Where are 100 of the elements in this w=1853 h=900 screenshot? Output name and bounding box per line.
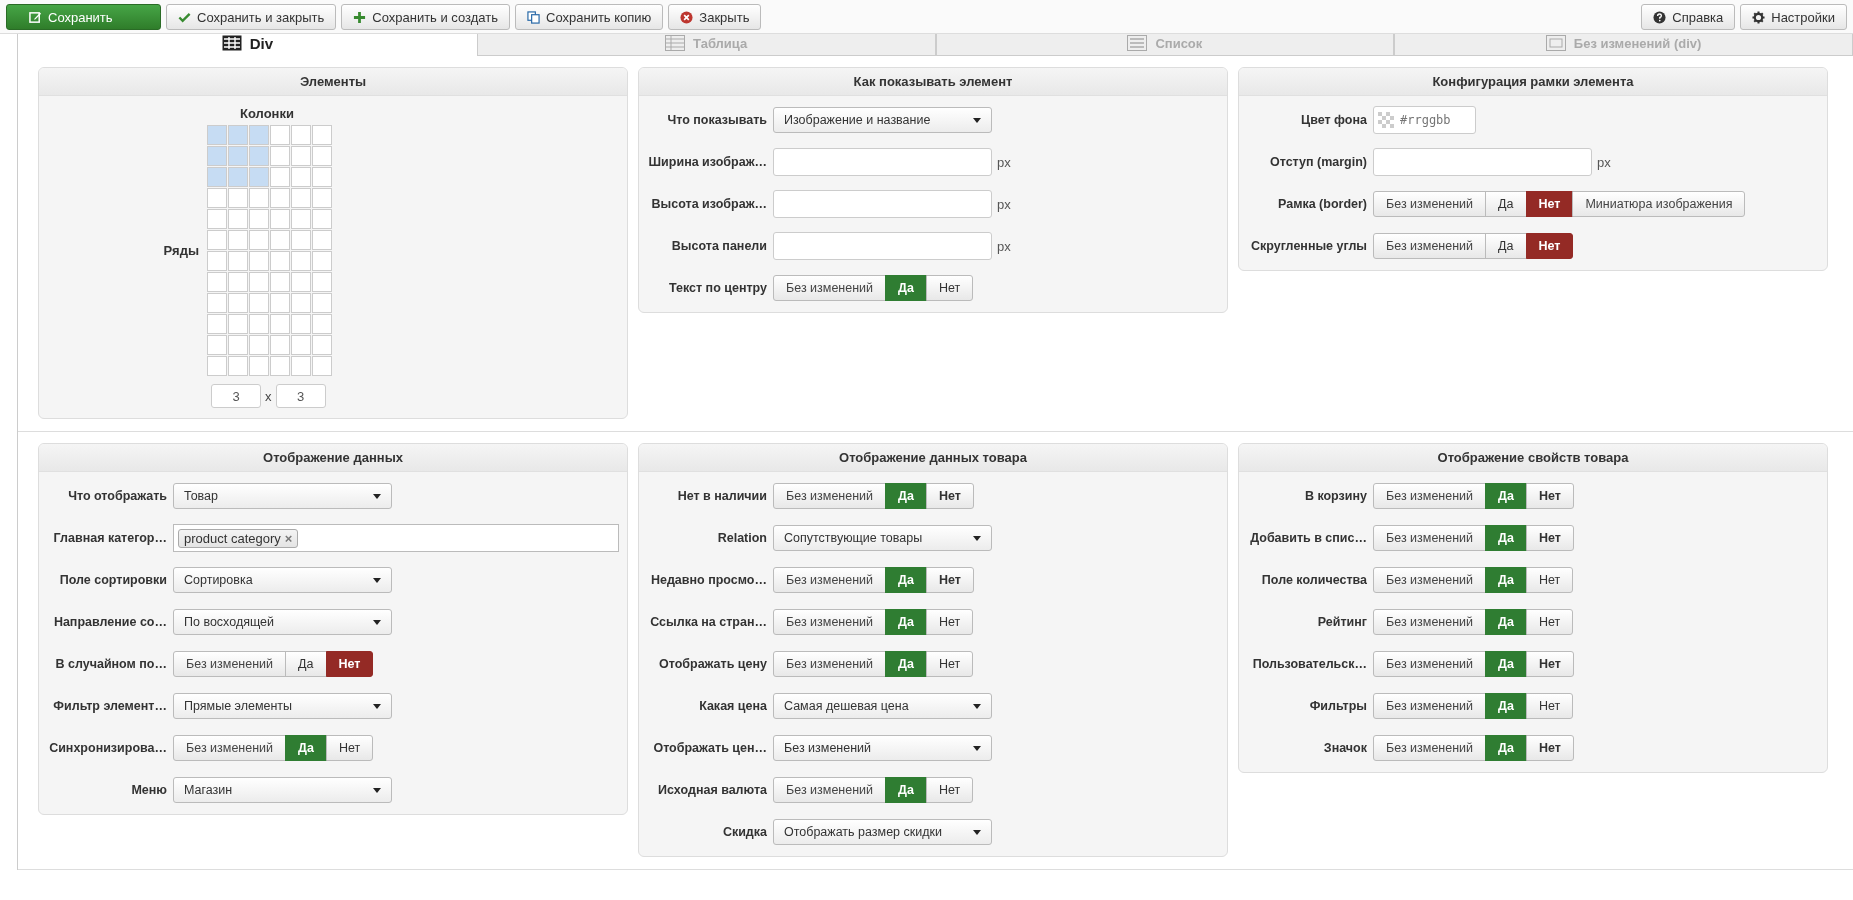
- option-button[interactable]: Нет: [1525, 483, 1574, 509]
- option-button[interactable]: Нет: [1525, 191, 1574, 217]
- grid-cell[interactable]: [207, 167, 227, 187]
- grid-cell[interactable]: [228, 146, 248, 166]
- grid-cell[interactable]: [228, 314, 248, 334]
- toolbar-button[interactable]: Сохранить: [6, 4, 161, 30]
- grid-cell[interactable]: [207, 209, 227, 229]
- dropdown[interactable]: Магазин: [173, 777, 392, 803]
- option-button[interactable]: Без изменений: [773, 275, 887, 301]
- grid-cell[interactable]: [228, 356, 248, 376]
- grid-cell[interactable]: [270, 209, 290, 229]
- option-button[interactable]: Без изменений: [1373, 567, 1487, 593]
- option-button[interactable]: Нет: [1525, 735, 1574, 761]
- option-button[interactable]: Без изменений: [773, 609, 887, 635]
- option-button[interactable]: Без изменений: [773, 651, 887, 677]
- grid-cell[interactable]: [249, 146, 269, 166]
- grid-cell[interactable]: [249, 167, 269, 187]
- toolbar-button[interactable]: Сохранить и создать: [341, 4, 510, 30]
- grid-cell[interactable]: [249, 251, 269, 271]
- option-button[interactable]: Без изменений: [173, 735, 287, 761]
- option-button[interactable]: Без изменений: [1373, 693, 1487, 719]
- grid-cell[interactable]: [249, 272, 269, 292]
- option-button[interactable]: Да: [1485, 233, 1527, 259]
- grid-cell[interactable]: [291, 209, 311, 229]
- option-button[interactable]: Нет: [1525, 693, 1574, 719]
- grid-cell[interactable]: [270, 167, 290, 187]
- option-button[interactable]: Без изменений: [1373, 525, 1487, 551]
- grid-cell[interactable]: [312, 272, 332, 292]
- option-button[interactable]: Да: [885, 567, 927, 593]
- grid-cell[interactable]: [312, 125, 332, 145]
- grid-cell[interactable]: [270, 272, 290, 292]
- option-button[interactable]: Да: [285, 651, 327, 677]
- option-button[interactable]: Нет: [325, 651, 374, 677]
- option-button[interactable]: Да: [885, 275, 927, 301]
- option-button[interactable]: Нет: [1525, 567, 1574, 593]
- option-button[interactable]: Без изменений: [773, 777, 887, 803]
- dropdown[interactable]: Изображение и название: [773, 107, 992, 133]
- toolbar-button[interactable]: Справка: [1641, 4, 1736, 30]
- grid-cell[interactable]: [228, 125, 248, 145]
- grid-cell[interactable]: [207, 251, 227, 271]
- grid-cell[interactable]: [270, 146, 290, 166]
- option-button[interactable]: Да: [1485, 191, 1527, 217]
- input-field[interactable]: [773, 232, 992, 260]
- option-button[interactable]: Да: [1485, 735, 1527, 761]
- grid-cell[interactable]: [228, 293, 248, 313]
- grid-cell[interactable]: [228, 251, 248, 271]
- option-button[interactable]: Нет: [925, 483, 974, 509]
- option-button[interactable]: Без изменений: [1373, 191, 1487, 217]
- grid-cell[interactable]: [228, 272, 248, 292]
- grid-cell[interactable]: [312, 293, 332, 313]
- grid-cell[interactable]: [207, 230, 227, 250]
- option-button[interactable]: Да: [1485, 609, 1527, 635]
- grid-cell[interactable]: [312, 209, 332, 229]
- option-button[interactable]: Да: [1485, 693, 1527, 719]
- grid-cell[interactable]: [312, 335, 332, 355]
- option-button[interactable]: Нет: [925, 777, 974, 803]
- option-button[interactable]: Без изменений: [773, 567, 887, 593]
- option-button[interactable]: Без изменений: [173, 651, 287, 677]
- option-button[interactable]: Без изменений: [773, 483, 887, 509]
- rows-input[interactable]: 3: [275, 384, 326, 408]
- dropdown[interactable]: Самая дешевая цена: [773, 693, 992, 719]
- toolbar-button[interactable]: Закрыть: [668, 4, 762, 30]
- toolbar-button[interactable]: Настройки: [1740, 4, 1847, 30]
- grid-cell[interactable]: [207, 188, 227, 208]
- toolbar-button[interactable]: Сохранить копию: [515, 4, 664, 30]
- grid-cell[interactable]: [270, 125, 290, 145]
- option-button[interactable]: Нет: [925, 275, 974, 301]
- option-button[interactable]: Да: [285, 735, 327, 761]
- dropdown[interactable]: Товар: [173, 483, 392, 509]
- option-button[interactable]: Да: [1485, 651, 1527, 677]
- grid-cell[interactable]: [207, 293, 227, 313]
- color-field[interactable]: #rrggbb: [1373, 106, 1476, 134]
- grid-cell[interactable]: [228, 230, 248, 250]
- grid-cell[interactable]: [249, 293, 269, 313]
- option-button[interactable]: Да: [1485, 525, 1527, 551]
- grid-cell[interactable]: [312, 251, 332, 271]
- grid-cell[interactable]: [312, 230, 332, 250]
- grid-cell[interactable]: [249, 356, 269, 376]
- grid-cell[interactable]: [249, 230, 269, 250]
- grid-cell[interactable]: [270, 356, 290, 376]
- grid-cell[interactable]: [270, 314, 290, 334]
- option-button[interactable]: Без изменений: [1373, 735, 1487, 761]
- option-button[interactable]: Без изменений: [1373, 483, 1487, 509]
- grid-cell[interactable]: [249, 335, 269, 355]
- grid-cell[interactable]: [249, 209, 269, 229]
- grid-cell[interactable]: [312, 167, 332, 187]
- grid-cell[interactable]: [291, 314, 311, 334]
- option-button[interactable]: Да: [885, 651, 927, 677]
- grid-cell[interactable]: [207, 272, 227, 292]
- grid-cell[interactable]: [270, 293, 290, 313]
- grid-cell[interactable]: [312, 188, 332, 208]
- grid-cell[interactable]: [312, 356, 332, 376]
- option-button[interactable]: Да: [1485, 567, 1527, 593]
- option-button[interactable]: Нет: [1525, 525, 1574, 551]
- grid-cell[interactable]: [270, 230, 290, 250]
- option-button[interactable]: Миниатюра изображения: [1572, 191, 1746, 217]
- option-button[interactable]: Да: [885, 483, 927, 509]
- dropdown[interactable]: Сортировка: [173, 567, 392, 593]
- input-field[interactable]: [773, 190, 992, 218]
- option-button[interactable]: Да: [1485, 483, 1527, 509]
